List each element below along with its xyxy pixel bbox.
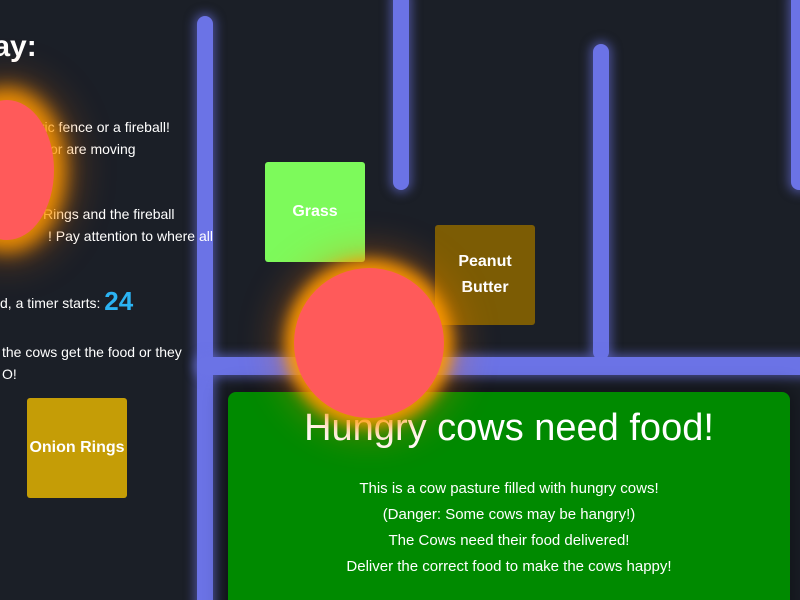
food-label-line: Butter	[461, 279, 509, 296]
panel-line: This is a cow pasture filled with hungry…	[359, 480, 659, 497]
instruction-text: Rings and the fireball	[43, 206, 175, 222]
food-grass[interactable]: Grass	[265, 162, 365, 262]
info-panel: Hungry cows need food! This is a cow pas…	[228, 392, 790, 600]
food-label-line: Peanut	[458, 253, 512, 270]
instructions-title: o play:	[0, 30, 37, 63]
timer-line: d, a timer starts: 24	[0, 288, 133, 314]
game-stage: o play: tric fence or a fireball! or are…	[0, 0, 800, 600]
food-peanut-butter[interactable]: Peanut Butter	[435, 225, 535, 325]
electric-fence	[593, 44, 609, 360]
panel-line: (Danger: Some cows may be hangry!)	[382, 506, 636, 523]
instruction-text: tric fence or a fireball!	[36, 119, 170, 135]
food-onion-rings[interactable]: Onion Rings	[27, 398, 127, 498]
instruction-text: the cows get the food or they	[2, 344, 182, 360]
timer-label: d, a timer starts:	[0, 295, 101, 311]
instruction-text: ! Pay attention to where all	[48, 228, 213, 244]
instruction-text: or are moving	[50, 141, 136, 157]
food-label: Grass	[292, 203, 338, 220]
electric-fence	[197, 16, 213, 600]
food-label: Peanut Butter	[458, 249, 511, 301]
panel-heading: Hungry cows need food!	[304, 407, 714, 449]
electric-fence	[197, 357, 800, 375]
electric-fence	[791, 0, 800, 190]
instruction-text: O!	[2, 366, 17, 382]
food-label: Onion Rings	[29, 439, 125, 456]
panel-line: The Cows need their food delivered!	[388, 532, 630, 549]
electric-fence	[393, 0, 409, 190]
timer-value: 24	[104, 286, 134, 316]
panel-line: Deliver the correct food to make the cow…	[346, 558, 672, 575]
instructions-panel: o play: tric fence or a fireball! or are…	[0, 0, 213, 600]
fireball[interactable]	[294, 268, 444, 418]
panel-description: This is a cow pasture filled with hungry…	[228, 476, 790, 580]
